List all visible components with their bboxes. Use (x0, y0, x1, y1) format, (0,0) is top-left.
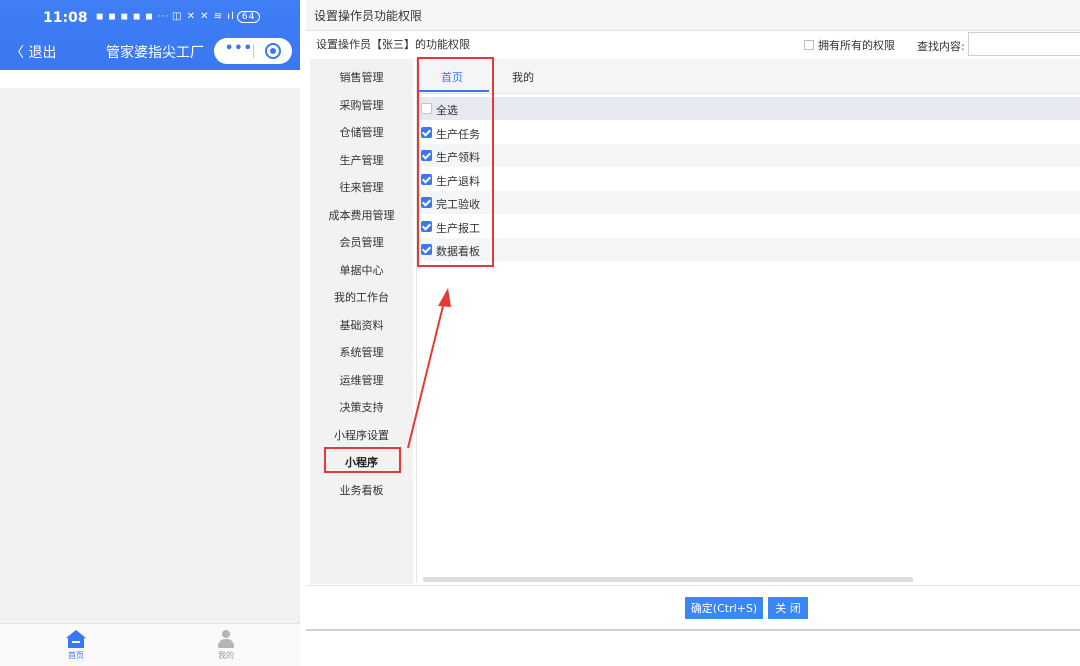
search-input[interactable] (968, 32, 1080, 56)
nav-item[interactable]: 小程序设置 (310, 427, 413, 443)
status-notification-icons: ◼ ◼ ◼ ◼ ◼ ··· (96, 12, 170, 22)
dialog-titlebar: 设置操作员功能权限 (306, 0, 1080, 31)
nav-item[interactable]: 运维管理 (310, 372, 413, 388)
dialog-footer: 确定(Ctrl+S) 关 闭 (306, 585, 1080, 630)
battery-icon: 64 (236, 11, 261, 23)
nav-item[interactable]: 单据中心 (310, 262, 413, 278)
nav-item[interactable]: 往来管理 (310, 179, 413, 195)
permission-panel: 首页 我的 全选 生产任务 生产领料 生产退料 完工验收 生产报工 数据看板 (416, 57, 1080, 583)
close-miniprogram-icon[interactable] (265, 43, 281, 59)
user-icon (216, 630, 236, 648)
select-all-row[interactable]: 全选 (417, 97, 1080, 120)
tab-home-label: 首页 (68, 651, 84, 660)
home-icon (66, 630, 86, 648)
permission-row[interactable]: 生产任务 (417, 121, 1080, 144)
dialog-bottom-border (306, 629, 1080, 631)
permission-row[interactable]: 数据看板 (417, 238, 1080, 261)
more-icon[interactable]: ••• (225, 41, 252, 56)
nav-item[interactable]: 我的工作台 (310, 289, 413, 305)
highlight-box-items (417, 57, 494, 267)
capsule-menu: ••• (214, 38, 292, 64)
dialog-title: 设置操作员功能权限 (314, 9, 423, 23)
nav-item[interactable]: 成本费用管理 (310, 207, 413, 223)
nav-item[interactable]: 系统管理 (310, 344, 413, 360)
permission-tabs: 首页 我的 (417, 59, 1080, 94)
all-permissions-checkbox[interactable]: 拥有所有的权限 (804, 37, 895, 53)
nav-item[interactable]: 业务看板 (310, 482, 413, 498)
phone-preview: 11:08 ◼ ◼ ◼ ◼ ◼ ··· ◫ ✕ ✕ ≋ ıl 64 〈 退出 管家… (0, 0, 300, 666)
tab-home[interactable]: 首页 (56, 630, 96, 661)
permission-row[interactable]: 完工验收 (417, 191, 1080, 214)
phone-tabbar: 首页 我的 (0, 623, 300, 666)
module-nav: 销售管理 采购管理 仓储管理 生产管理 往来管理 成本费用管理 会员管理 单据中… (310, 59, 413, 584)
capsule-divider (253, 44, 254, 58)
nav-item[interactable]: 会员管理 (310, 234, 413, 250)
tab-mine[interactable]: 我的 (206, 630, 246, 661)
status-signal-icons: ◫ ✕ ✕ ≋ ıl 64 (172, 11, 261, 23)
permission-dialog: 设置操作员功能权限 设置操作员【张三】的功能权限 拥有所有的权限 查找内容: 销… (306, 0, 1080, 665)
permission-row[interactable]: 生产领料 (417, 144, 1080, 167)
app-title: 管家婆指尖工厂 (106, 45, 204, 61)
highlight-box-nav (324, 447, 401, 473)
permission-row[interactable]: 生产退料 (417, 168, 1080, 191)
chevron-left-icon: 〈 (10, 45, 24, 61)
tab-mine-permissions[interactable]: 我的 (512, 69, 534, 85)
operator-label: 设置操作员【张三】的功能权限 (316, 38, 470, 51)
back-label: 退出 (28, 45, 57, 61)
phone-content (0, 88, 300, 620)
phone-strip (0, 70, 300, 88)
checkbox-unchecked-icon (804, 40, 814, 50)
nav-item[interactable]: 决策支持 (310, 399, 413, 415)
nav-item[interactable]: 采购管理 (310, 97, 413, 113)
tab-mine-label: 我的 (218, 651, 234, 660)
phone-header: 11:08 ◼ ◼ ◼ ◼ ◼ ··· ◫ ✕ ✕ ≋ ıl 64 〈 退出 管家… (0, 0, 300, 70)
back-button[interactable]: 〈 退出 (10, 42, 56, 62)
search-label: 查找内容: (917, 40, 965, 53)
nav-item[interactable]: 生产管理 (310, 152, 413, 168)
nav-item[interactable]: 销售管理 (310, 69, 413, 85)
dialog-subheader: 设置操作员【张三】的功能权限 拥有所有的权限 查找内容: (306, 31, 1080, 59)
permission-row[interactable]: 生产报工 (417, 215, 1080, 238)
close-button[interactable]: 关 闭 (768, 597, 808, 619)
status-time: 11:08 (43, 10, 88, 26)
nav-item[interactable]: 仓储管理 (310, 124, 413, 140)
horizontal-scrollbar[interactable] (423, 577, 913, 582)
nav-item[interactable]: 基础资料 (310, 317, 413, 333)
confirm-button[interactable]: 确定(Ctrl+S) (685, 597, 763, 619)
